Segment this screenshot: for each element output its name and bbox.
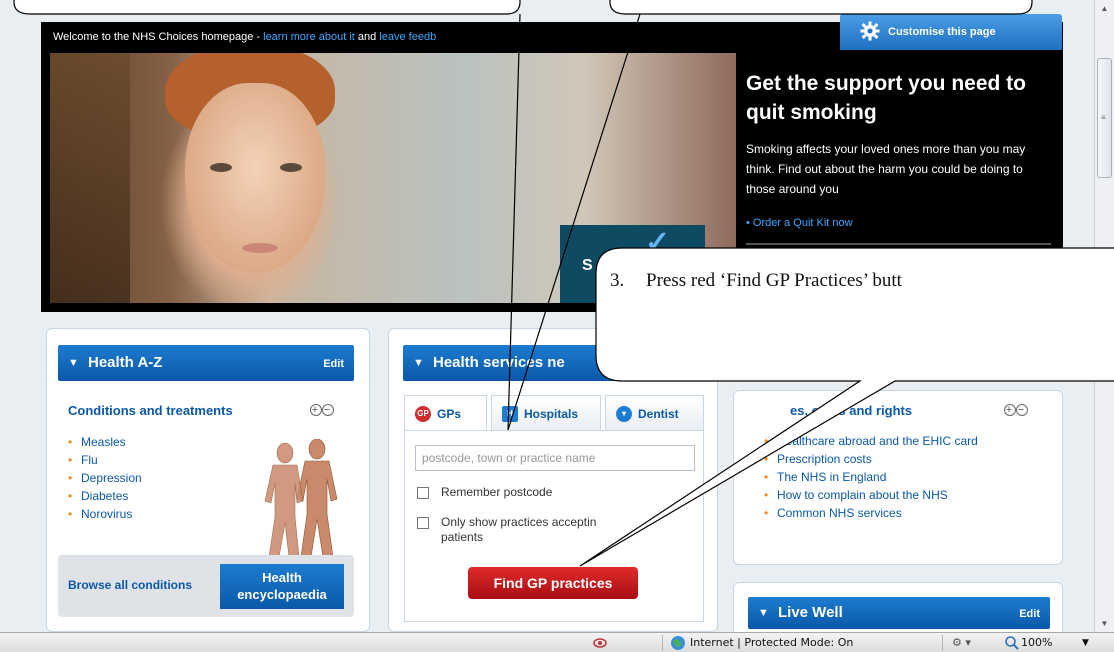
zoom-dropdown-icon[interactable]: ▼ xyxy=(1082,638,1089,648)
protected-mode-settings-icon[interactable]: ⚙ ▾ xyxy=(952,636,971,649)
vertical-scrollbar[interactable]: ▲ ≡ ▼ xyxy=(1094,0,1114,632)
callout-step-number: 3. xyxy=(610,270,625,291)
right-eye-shape xyxy=(280,163,302,172)
list-item-ehic[interactable]: Healthcare abroad and the EHIC card xyxy=(764,432,978,450)
order-quit-kit-link[interactable]: • Order a Quit Kit now xyxy=(746,217,853,229)
mouth-shape xyxy=(242,243,278,253)
live-well-edit-link[interactable]: Edit xyxy=(1019,608,1040,620)
scroll-up-arrow-icon[interactable]: ▲ xyxy=(1095,0,1114,17)
rights-list: Healthcare abroad and the EHIC card Pres… xyxy=(764,432,978,522)
postcode-search-input[interactable] xyxy=(415,445,695,471)
customise-page-button[interactable]: Customise this page xyxy=(840,14,1062,50)
promo-tab-strip xyxy=(746,243,1051,245)
accepting-patients-label: Only show practices acceptin patients xyxy=(441,515,597,544)
accepting-patients-checkbox[interactable] xyxy=(417,517,429,529)
browse-box: Browse all conditions Health encyclopaed… xyxy=(58,555,354,617)
leave-feedback-link[interactable]: leave feedb xyxy=(379,31,436,43)
health-services-header[interactable]: ▼ Health services ne xyxy=(403,345,703,381)
hero-banner: Welcome to the NHS Choices homepage - le… xyxy=(41,14,1063,312)
conditions-list: Measles Flu Depression Diabetes Noroviru… xyxy=(68,433,142,523)
plus-icon[interactable]: + xyxy=(1004,404,1016,416)
minus-icon[interactable]: − xyxy=(322,404,334,416)
hospital-icon: H xyxy=(502,406,518,422)
health-encyclopaedia-button[interactable]: Health encyclopaedia xyxy=(220,564,344,609)
browser-statusbar: Internet | Protected Mode: On ⚙ ▾ 100% ▼ xyxy=(0,632,1114,652)
zoom-level[interactable]: 100% xyxy=(1021,636,1052,649)
statusbar-separator xyxy=(942,635,943,651)
collapse-triangle-icon: ▼ xyxy=(413,357,424,369)
health-az-panel: ▼ Health A-Z Edit Conditions and treatme… xyxy=(46,328,370,632)
list-item-complain[interactable]: How to complain about the NHS xyxy=(764,486,978,504)
expand-collapse-controls[interactable]: + − xyxy=(310,402,334,416)
scroll-down-arrow-icon[interactable]: ▼ xyxy=(1095,615,1114,632)
tab-hospitals-label: Hospitals xyxy=(524,407,579,421)
tab-gps-label: GPs xyxy=(437,407,462,421)
callout-bubble-1 xyxy=(13,0,521,15)
health-services-title: Health services ne xyxy=(433,354,565,371)
grip-icon: ≡ xyxy=(1101,113,1106,122)
remember-postcode-label: Remember postcode xyxy=(441,485,553,499)
welcome-and: and xyxy=(354,31,380,43)
rights-subtitle: es, costs and rights xyxy=(790,403,913,418)
callout-bubble-2 xyxy=(609,0,1033,15)
health-az-edit-link[interactable]: Edit xyxy=(323,358,344,370)
minus-icon[interactable]: − xyxy=(1016,404,1028,416)
security-zone-text: Internet | Protected Mode: On xyxy=(690,636,854,649)
expand-collapse-controls[interactable]: + − xyxy=(1004,402,1028,416)
list-item-norovirus[interactable]: Norovirus xyxy=(68,505,142,523)
collapse-triangle-icon: ▼ xyxy=(758,607,769,619)
service-tabs: GP GPs H Hospitals ▾ Dentist xyxy=(404,395,704,431)
scroll-thumb[interactable]: ≡ xyxy=(1097,58,1112,178)
learn-more-link[interactable]: learn more about it xyxy=(263,31,355,43)
human-body-illustration xyxy=(264,439,338,558)
promo-body: Smoking affects your loved ones more tha… xyxy=(746,142,1026,196)
check-icon: ✓ xyxy=(645,226,671,259)
conditions-subtitle: Conditions and treatments xyxy=(68,403,233,418)
find-gp-practices-button[interactable]: Find GP practices xyxy=(468,567,638,599)
list-item-nhs-england[interactable]: The NHS in England xyxy=(764,468,978,486)
collapse-triangle-icon: ▼ xyxy=(68,357,79,369)
tooth-icon: ▾ xyxy=(616,406,632,422)
tab-dentists[interactable]: ▾ Dentist xyxy=(605,395,704,431)
list-item-depression[interactable]: Depression xyxy=(68,469,142,487)
badge-text: S xyxy=(582,257,593,274)
promo-panel: Get the support you need to quit smoking… xyxy=(736,53,1063,303)
statusbar-separator xyxy=(662,635,663,651)
left-eye-shape xyxy=(210,163,232,172)
live-well-header[interactable]: ▼ Live Well Edit xyxy=(748,597,1050,629)
customise-label: Customise this page xyxy=(888,26,996,38)
live-well-title: Live Well xyxy=(778,604,843,621)
gp-icon: GP xyxy=(415,406,431,422)
callout-instruction: 3. Press red ‘Find GP Practices’ butt xyxy=(610,270,902,292)
gear-icon xyxy=(860,21,880,41)
plus-icon[interactable]: + xyxy=(310,404,322,416)
list-item-measles[interactable]: Measles xyxy=(68,433,142,451)
list-item-diabetes[interactable]: Diabetes xyxy=(68,487,142,505)
hero-photo: S ✓ xyxy=(50,53,736,303)
callout-step-text: Press red ‘Find GP Practices’ butt xyxy=(646,270,902,291)
zoom-icon xyxy=(1005,636,1019,650)
browse-all-conditions-link[interactable]: Browse all conditions xyxy=(68,578,192,592)
welcome-bar: Welcome to the NHS Choices homepage - le… xyxy=(41,14,1063,52)
health-services-panel: ▼ Health services ne GP GPs H Hospitals … xyxy=(388,328,718,632)
tab-gps[interactable]: GP GPs xyxy=(404,395,487,431)
rights-panel: es, costs and rights +− Healthcare abroa… xyxy=(733,390,1063,565)
welcome-text: Welcome to the NHS Choices homepage - le… xyxy=(53,31,436,43)
list-item-flu[interactable]: Flu xyxy=(68,451,142,469)
remember-postcode-checkbox[interactable] xyxy=(417,487,429,499)
tab-hospitals[interactable]: H Hospitals xyxy=(491,395,601,431)
health-az-title: Health A-Z xyxy=(88,354,163,371)
shelf-shape xyxy=(50,53,130,303)
health-az-header[interactable]: ▼ Health A-Z Edit xyxy=(58,345,354,381)
globe-icon xyxy=(671,636,685,650)
order-quit-kit-label: Order a Quit Kit now xyxy=(752,217,853,229)
promo-title: Get the support you need to quit smoking xyxy=(746,72,1027,124)
welcome-message: Welcome to the NHS Choices homepage - xyxy=(53,31,264,43)
privacy-eye-icon[interactable] xyxy=(592,635,608,651)
tab-dentists-label: Dentist xyxy=(638,407,679,421)
list-item-common-services[interactable]: Common NHS services xyxy=(764,504,978,522)
list-item-prescription-costs[interactable]: Prescription costs xyxy=(764,450,978,468)
gp-search-form: Remember postcode Only show practices ac… xyxy=(404,430,704,622)
